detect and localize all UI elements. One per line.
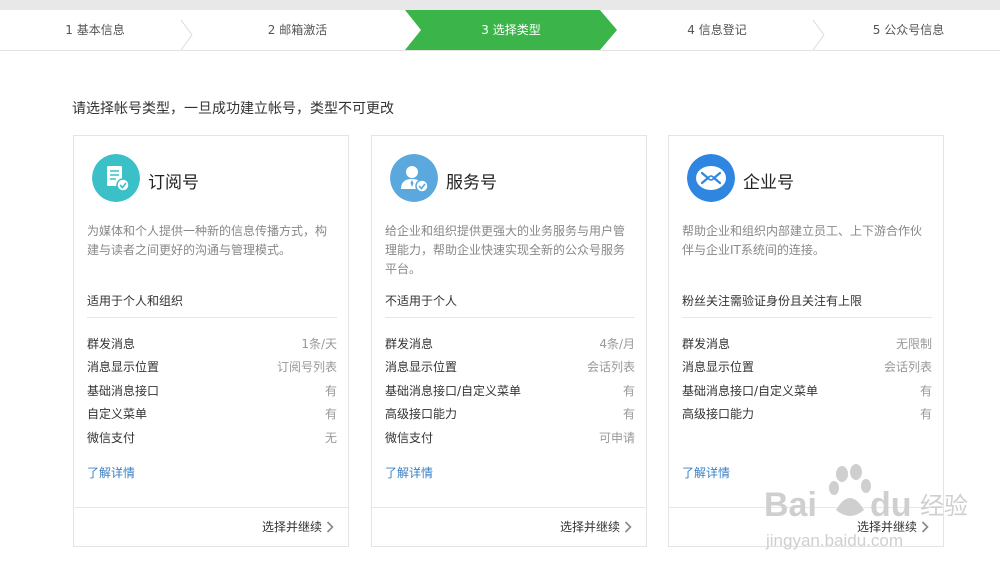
feature-name: 消息显示位置 — [385, 360, 458, 375]
user-check-icon — [390, 154, 438, 202]
card-description: 帮助企业和组织内部建立员工、上下游合作伙伴与企业IT系统间的连接。 — [682, 224, 923, 257]
select-and-continue-button[interactable]: 选择并继续 — [560, 518, 632, 536]
feature-name: 基础消息接口 — [87, 383, 160, 398]
feature-name: 群发消息 — [87, 337, 136, 351]
step-progress-bar: 1 基本信息 2 邮箱激活 3 选择类型 4 信息登记 5 公众号信息 — [0, 10, 1000, 51]
learn-more-link[interactable]: 了解详情 — [682, 464, 730, 481]
step-label: 4 信息登记 — [687, 23, 747, 37]
card-title: 企业号 — [743, 173, 794, 193]
feature-name: 自定义菜单 — [87, 407, 148, 422]
feature-row: 群发消息 无限制 — [682, 336, 932, 359]
card-suitability-note: 粉丝关注需验证身份且关注有上限 — [682, 294, 863, 308]
enterprise-link-icon — [687, 154, 735, 202]
feature-name: 基础消息接口/自定义菜单 — [385, 383, 522, 398]
step-basic-info: 1 基本信息 — [0, 10, 190, 50]
feature-list: 群发消息 无限制 消息显示位置 会话列表 基础消息接口/自定义菜单 有 高级接口… — [682, 336, 932, 430]
feature-row: 消息显示位置 会话列表 — [385, 359, 635, 382]
step-label: 1 基本信息 — [65, 23, 125, 37]
watermark-brand-text: Bai — [764, 486, 817, 524]
feature-name: 高级接口能力 — [385, 407, 458, 422]
feature-name: 消息显示位置 — [87, 360, 160, 375]
feature-value: 有 — [622, 383, 635, 398]
feature-row: 自定义菜单 有 — [87, 406, 337, 429]
feature-value: 会话列表 — [586, 360, 635, 375]
step-label: 5 公众号信息 — [872, 23, 945, 37]
feature-value: 无限制 — [895, 337, 932, 351]
feature-name: 高级接口能力 — [682, 407, 755, 422]
card-divider — [682, 317, 932, 318]
feature-row: 基础消息接口/自定义菜单 有 — [682, 383, 932, 406]
account-type-card-service[interactable]: 服务号 给企业和组织提供更强大的业务服务与用户管理能力，帮助企业快速实现全新的公… — [371, 135, 647, 547]
feature-name: 群发消息 — [385, 337, 434, 351]
feature-value: 有 — [324, 407, 337, 422]
step-info-registration: 4 信息登记 — [617, 10, 817, 50]
feature-row: 微信支付 无 — [87, 430, 337, 453]
step-select-type-active: 3 选择类型 — [405, 10, 617, 50]
card-divider — [87, 317, 337, 318]
feature-value: 可申请 — [598, 430, 635, 445]
card-suitability-note: 适用于个人和组织 — [87, 294, 184, 308]
card-description: 为媒体和个人提供一种新的信息传播方式，构建与读者之间更好的沟通与管理模式。 — [87, 224, 328, 257]
learn-more-link[interactable]: 了解详情 — [87, 464, 135, 481]
feature-name: 群发消息 — [682, 337, 731, 351]
feature-value: 1条/天 — [301, 337, 337, 351]
paw-logo-icon — [829, 464, 871, 516]
card-title: 订阅号 — [148, 173, 199, 193]
feature-row: 消息显示位置 订阅号列表 — [87, 359, 337, 382]
feature-row: 高级接口能力 有 — [682, 406, 932, 429]
account-type-card-subscription[interactable]: 订阅号 为媒体和个人提供一种新的信息传播方式，构建与读者之间更好的沟通与管理模式… — [73, 135, 349, 547]
feature-name: 微信支付 — [385, 430, 434, 445]
feature-row: 微信支付 可申请 — [385, 430, 635, 453]
feature-row: 消息显示位置 会话列表 — [682, 359, 932, 382]
chevron-right-icon — [624, 520, 632, 533]
watermark-brand-text: 经验 — [920, 492, 968, 520]
feature-value: 有 — [919, 383, 932, 398]
step-email-activation: 2 邮箱激活 — [190, 10, 405, 50]
window-top-bar — [0, 0, 1000, 10]
feature-name: 基础消息接口/自定义菜单 — [682, 383, 819, 398]
feature-list: 群发消息 1条/天 消息显示位置 订阅号列表 基础消息接口 有 自定义菜单 有 … — [87, 336, 337, 453]
feature-row: 基础消息接口 有 — [87, 383, 337, 406]
select-and-continue-button[interactable]: 选择并继续 — [262, 518, 334, 536]
feature-value: 有 — [324, 383, 337, 398]
feature-value: 会话列表 — [883, 360, 932, 375]
card-title: 服务号 — [446, 173, 497, 193]
learn-more-link[interactable]: 了解详情 — [385, 464, 433, 481]
step-label: 3 选择类型 — [481, 23, 541, 37]
page-instruction: 请选择帐号类型，一旦成功建立帐号，类型不可更改 — [72, 101, 394, 117]
feature-value: 有 — [919, 407, 932, 422]
feature-list: 群发消息 4条/月 消息显示位置 会话列表 基础消息接口/自定义菜单 有 高级接… — [385, 336, 635, 453]
card-description: 给企业和组织提供更强大的业务服务与用户管理能力，帮助企业快速实现全新的公众号服务… — [385, 224, 626, 276]
step-account-info: 5 公众号信息 — [817, 10, 1000, 50]
document-check-icon — [92, 154, 140, 202]
card-footer: 选择并继续 — [372, 507, 646, 546]
feature-value: 无 — [324, 430, 337, 445]
card-divider — [385, 317, 635, 318]
feature-value: 有 — [622, 407, 635, 422]
card-footer: 选择并继续 — [74, 507, 348, 546]
select-button-label: 选择并继续 — [559, 520, 620, 534]
feature-row: 群发消息 1条/天 — [87, 336, 337, 359]
card-suitability-note: 不适用于个人 — [385, 294, 458, 308]
step-label: 2 邮箱激活 — [267, 23, 328, 37]
watermark-brand-text: du — [870, 486, 912, 524]
feature-row: 群发消息 4条/月 — [385, 336, 635, 359]
chevron-right-icon — [326, 520, 334, 533]
feature-name: 消息显示位置 — [682, 360, 755, 375]
feature-value: 订阅号列表 — [276, 360, 337, 375]
feature-value: 4条/月 — [599, 337, 635, 351]
feature-row: 基础消息接口/自定义菜单 有 — [385, 383, 635, 406]
feature-name: 微信支付 — [87, 430, 136, 445]
select-button-label: 选择并继续 — [261, 520, 322, 534]
baidu-jingyan-watermark: Bai du 经验 jingyan.baidu.com — [764, 464, 968, 550]
feature-row: 高级接口能力 有 — [385, 406, 635, 429]
watermark-site-text: jingyan.baidu.com — [765, 531, 903, 550]
